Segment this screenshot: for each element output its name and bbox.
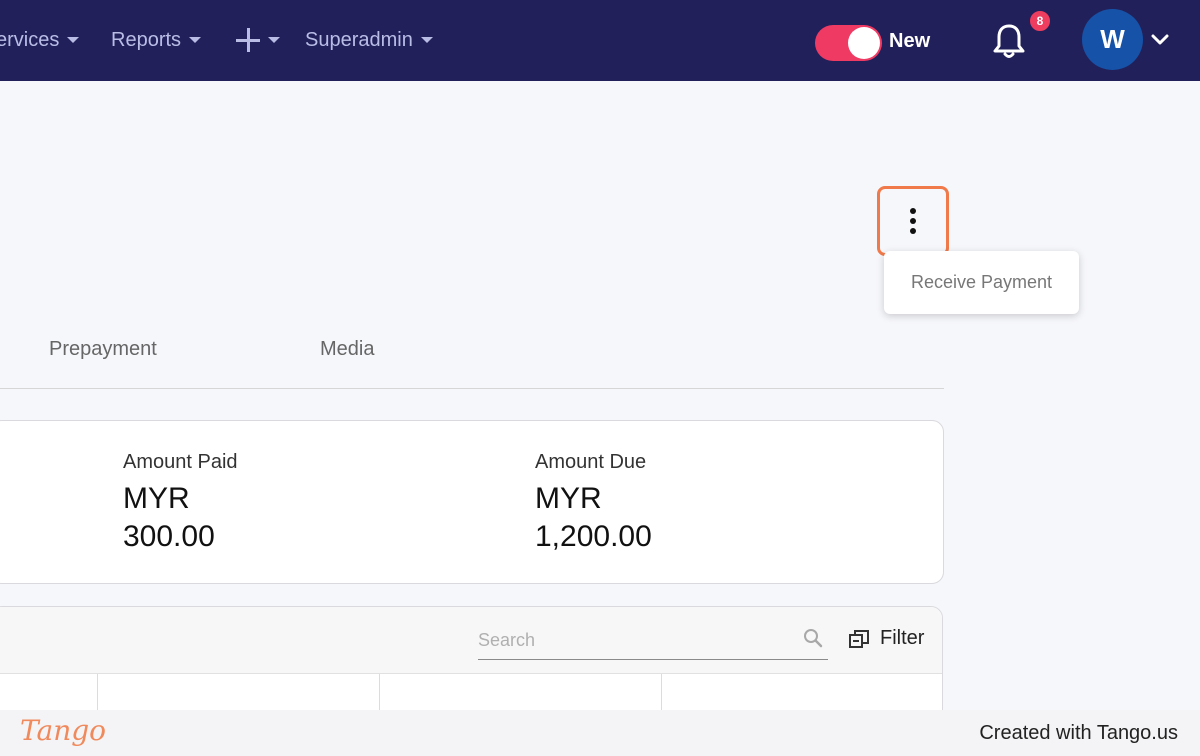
toggle-knob xyxy=(848,27,880,59)
kebab-dot xyxy=(910,218,916,224)
amount-due-label: Amount Due xyxy=(535,451,647,473)
amount-paid-currency: MYR xyxy=(123,482,190,515)
amount-due-currency: MYR xyxy=(535,482,602,515)
bell-icon[interactable] xyxy=(992,20,1026,60)
amount-due-stat: Amount Due MYR 1,200.00 xyxy=(535,451,652,556)
search-input[interactable] xyxy=(478,623,788,657)
nav-create-menu[interactable] xyxy=(236,26,280,54)
amount-paid-label: Amount Paid xyxy=(123,451,238,473)
column-separator xyxy=(661,674,662,714)
toggle-label: New xyxy=(889,30,931,52)
caret-down-icon xyxy=(189,37,202,43)
table-header-row xyxy=(0,673,942,714)
nav-services-menu[interactable]: ervices xyxy=(0,26,80,54)
caret-down-icon xyxy=(268,37,280,43)
notification-badge: 8 xyxy=(1028,9,1052,33)
plus-icon xyxy=(236,28,260,52)
nav-reports-label: Reports xyxy=(111,28,182,51)
chevron-down-icon[interactable] xyxy=(1151,33,1169,47)
caret-down-icon xyxy=(67,37,80,43)
user-avatar[interactable]: W xyxy=(1082,9,1143,70)
search-icon[interactable] xyxy=(802,627,824,649)
more-actions-button[interactable] xyxy=(877,186,949,256)
filter-label: Filter xyxy=(880,627,925,649)
menu-item-receive-payment[interactable]: Receive Payment xyxy=(911,272,1052,293)
nav-services-label: ervices xyxy=(0,28,60,51)
tabs-divider xyxy=(0,388,944,389)
amount-due-value: 1,200.00 xyxy=(535,520,652,553)
tab-prepayment[interactable]: Prepayment xyxy=(49,338,157,361)
nav-reports-menu[interactable]: Reports xyxy=(111,26,202,54)
tango-footer: Tango Created with Tango.us xyxy=(0,710,1200,756)
caret-down-icon xyxy=(420,37,433,43)
nav-superadmin-label: Superadmin xyxy=(305,28,413,51)
search-field xyxy=(478,623,828,660)
kebab-dot xyxy=(910,208,916,214)
table-toolbar: Filter xyxy=(0,607,942,673)
actions-dropdown-menu: Receive Payment xyxy=(884,251,1079,314)
column-separator xyxy=(97,674,98,714)
tab-media[interactable]: Media xyxy=(320,338,374,361)
payment-summary-card: Amount Paid MYR 300.00 Amount Due MYR 1,… xyxy=(0,420,944,584)
nav-superadmin-menu[interactable]: Superadmin xyxy=(305,26,433,54)
amount-paid-stat: Amount Paid MYR 300.00 xyxy=(123,451,238,556)
tango-logo: Tango xyxy=(20,714,107,747)
column-separator xyxy=(379,674,380,714)
filter-icon xyxy=(849,629,869,648)
amount-paid-value: 300.00 xyxy=(123,520,215,553)
footer-credit-text: Created with Tango.us xyxy=(979,722,1178,744)
filter-button[interactable]: Filter xyxy=(848,627,924,650)
kebab-dot xyxy=(910,228,916,234)
new-ui-toggle[interactable] xyxy=(815,25,882,61)
top-navbar: ervices Reports Superadmin New 8 W xyxy=(0,0,1200,81)
